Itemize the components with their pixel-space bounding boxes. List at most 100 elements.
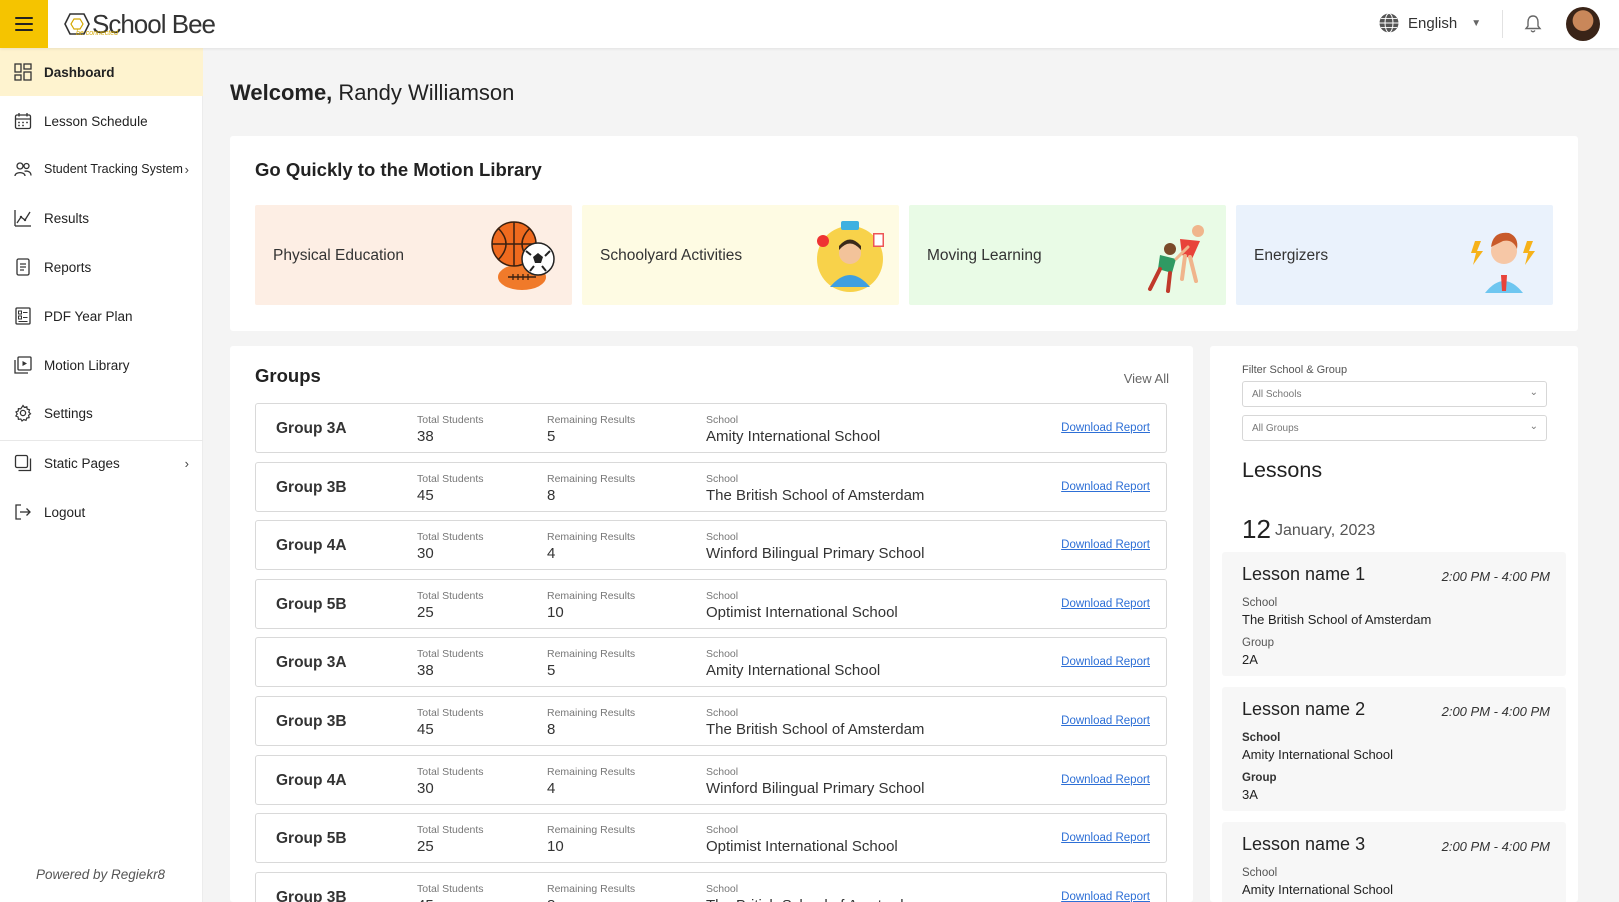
total-students-label: Total Students [417, 824, 484, 837]
sidebar-item-reports[interactable]: Reports [0, 243, 203, 291]
group-filter-select[interactable]: All Groups ⌄ [1242, 415, 1547, 441]
remaining-results-value: 5 [547, 428, 556, 445]
group-row[interactable]: Group 3BTotal Students45Remaining Result… [255, 696, 1167, 746]
group-row[interactable]: Group 3A Total Students 38 Remaining Result… [255, 637, 1167, 688]
lesson-group: 2A [1242, 652, 1258, 667]
group-name: Group 3B [276, 888, 347, 902]
tile-schoolyard-activities[interactable]: Schoolyard Activities [582, 205, 899, 305]
group-name: Group 4A [276, 771, 347, 789]
sidebar-item-results[interactable]: Results [0, 194, 203, 242]
chevron-right-icon: › [184, 161, 189, 177]
total-students-value: 25 [417, 603, 434, 621]
school-label: School [706, 414, 739, 426]
group-row[interactable]: Group 3A Total Students 38 Remaining Result… [255, 403, 1167, 453]
remaining-results-label: Remaining Results [547, 472, 636, 485]
remaining-results-value: 10 [547, 838, 564, 856]
sidebar-item-pdf-year-plan[interactable]: PDF Year Plan [0, 292, 203, 340]
download-report-link[interactable]: Download Report [1061, 891, 1150, 902]
school-filter-value: All Schools [1252, 389, 1302, 400]
group-row[interactable]: Group 3BTotal Students45Remaining Result… [255, 461, 1167, 512]
remaining-results-label: Remaining Results [547, 707, 636, 719]
lesson-card[interactable]: Lesson name 1 2:00 PM - 4:00 PM School T… [1222, 552, 1566, 676]
lesson-group: 3A [1242, 787, 1258, 802]
menu-toggle-button[interactable] [0, 0, 48, 48]
total-students-label: Total Students [417, 414, 484, 426]
header-divider [1502, 10, 1503, 38]
lesson-time: 2:00 PM - 4:00 PM [1441, 569, 1550, 584]
total-students-value: 45 [417, 897, 434, 902]
sidebar-item-settings[interactable]: Settings [0, 389, 203, 437]
user-avatar[interactable] [1566, 7, 1600, 41]
group-row[interactable]: Group 4A Total Students 30 Remaining Result… [255, 520, 1167, 571]
sidebar-item-motion-library[interactable]: Motion Library [0, 341, 203, 389]
lesson-group-label: Group [1242, 772, 1277, 784]
download-report-link[interactable]: Download Report [1061, 774, 1150, 786]
remaining-results-label: Remaining Results [547, 414, 636, 426]
lessons-date-day: 12 [1242, 514, 1271, 544]
remaining-results-value: 5 [547, 662, 556, 680]
caret-down-icon: ▼ [1471, 17, 1482, 29]
sidebar-item-lesson-schedule[interactable]: Lesson Schedule [0, 97, 203, 145]
language-label: English [1408, 14, 1458, 32]
group-row[interactable]: Group 4A Total Students 30 Remaining Result… [255, 754, 1167, 805]
view-all-link[interactable]: View All [1124, 371, 1169, 386]
calendar-icon [14, 113, 32, 130]
total-students-label: Total Students [417, 765, 484, 778]
sidebar-item-dashboard[interactable]: Dashboard [0, 48, 203, 96]
powered-by-text: Powered by Regiekr8 [36, 867, 166, 882]
tile-energizers[interactable]: Energizers [1236, 205, 1553, 305]
tile-moving-learning[interactable]: Moving Learning [909, 205, 1226, 305]
school-name: The British School of Amsterdam [706, 486, 925, 504]
total-students-value: 30 [417, 545, 434, 563]
lessons-date-month-year: January, 2023 [1275, 522, 1376, 539]
tile-physical-education[interactable]: Physical Education [255, 205, 572, 305]
chevron-down-icon: ⌄ [1529, 421, 1538, 432]
group-row[interactable]: Group 3BTotal Students45Remaining Result… [255, 871, 1167, 902]
motion-library-card: Go Quickly to the Motion Library Physica… [230, 136, 1578, 331]
sidebar-item-static-pages[interactable]: Static Pages › [0, 439, 203, 487]
group-row[interactable]: Group 5B Total Students 25 Remaining Result… [255, 578, 1167, 629]
lesson-card[interactable]: Lesson name 2 2:00 PM - 4:00 PM School A… [1222, 687, 1566, 811]
remaining-results-value: 10 [547, 603, 564, 621]
school-name: Winford Bilingual Primary School [706, 779, 925, 797]
group-name: Group 3B [276, 478, 347, 496]
lesson-school: Amity International School [1242, 747, 1394, 762]
bell-icon[interactable] [1523, 14, 1543, 34]
school-filter-select[interactable]: All Schools ⌄ [1242, 381, 1547, 407]
energized-person-icon [1471, 232, 1535, 293]
gear-icon [15, 404, 32, 422]
download-report-link[interactable]: Download Report [1061, 598, 1150, 610]
report-icon [16, 258, 30, 276]
download-report-link[interactable]: Download Report [1061, 656, 1150, 668]
lesson-card[interactable]: Lesson name 3 2:00 PM - 4:00 PM School A… [1222, 822, 1566, 902]
sidebar-item-logout[interactable]: Logout [0, 488, 203, 536]
group-name: Group 5B [276, 595, 347, 613]
school-label: School [706, 589, 739, 602]
school-label: School [706, 707, 739, 719]
lessons-card: Filter School & Group All Schools ⌄ All … [1210, 346, 1578, 902]
chevron-down-icon: ⌄ [1529, 387, 1538, 398]
sidebar-item-student-tracking[interactable]: Student Tracking System › [0, 145, 203, 193]
school-name: The British School of Amsterdam [706, 721, 925, 738]
lesson-school-label: School [1242, 597, 1278, 609]
pages-icon [14, 454, 32, 472]
download-report-link[interactable]: Download Report [1061, 481, 1150, 493]
download-report-link[interactable]: Download Report [1061, 715, 1150, 727]
remaining-results-label: Remaining Results [547, 531, 636, 544]
download-report-link[interactable]: Download Report [1061, 422, 1150, 434]
total-students-value: 38 [417, 662, 434, 680]
school-label: School [706, 824, 739, 837]
lesson-name: Lesson name 2 [1242, 699, 1366, 719]
download-report-link[interactable]: Download Report [1061, 832, 1150, 844]
users-icon [14, 162, 32, 177]
lesson-school: The British School of Amsterdam [1242, 612, 1432, 627]
language-selector[interactable]: English ▼ [1378, 12, 1481, 34]
school-label: School [706, 882, 739, 895]
sidebar-item-label: Dashboard [44, 64, 115, 80]
sidebar: Dashboard Lesson Schedule Student Tracki… [0, 48, 203, 902]
lesson-school-label: School [1242, 867, 1278, 879]
logo[interactable]: School Bee [64, 4, 216, 44]
lesson-school-label: School [1242, 732, 1281, 744]
group-row[interactable]: Group 5B Total Students 25 Remaining Result… [255, 813, 1167, 864]
download-report-link[interactable]: Download Report [1061, 539, 1150, 551]
